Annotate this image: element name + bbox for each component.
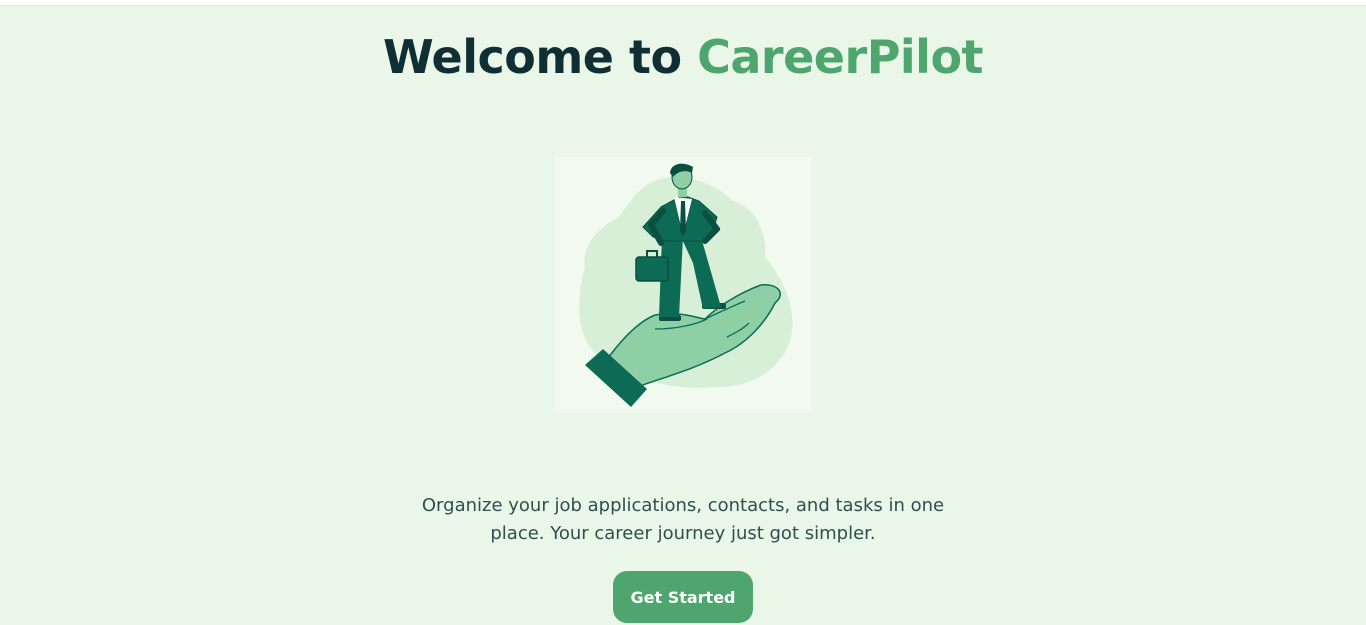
brand-name: CareerPilot (697, 30, 984, 84)
page-title: Welcome to CareerPilot (0, 28, 1366, 86)
top-border (0, 0, 1366, 6)
businessman-on-hand-illustration (555, 157, 811, 413)
get-started-button[interactable]: Get Started (613, 571, 753, 623)
tagline-line-1: Organize your job applications, contacts… (421, 495, 945, 516)
title-prefix: Welcome to (382, 30, 682, 84)
tagline: Organize your job applications, contacts… (400, 492, 966, 548)
tagline-line-2: place. Your career journey just got simp… (490, 523, 876, 544)
